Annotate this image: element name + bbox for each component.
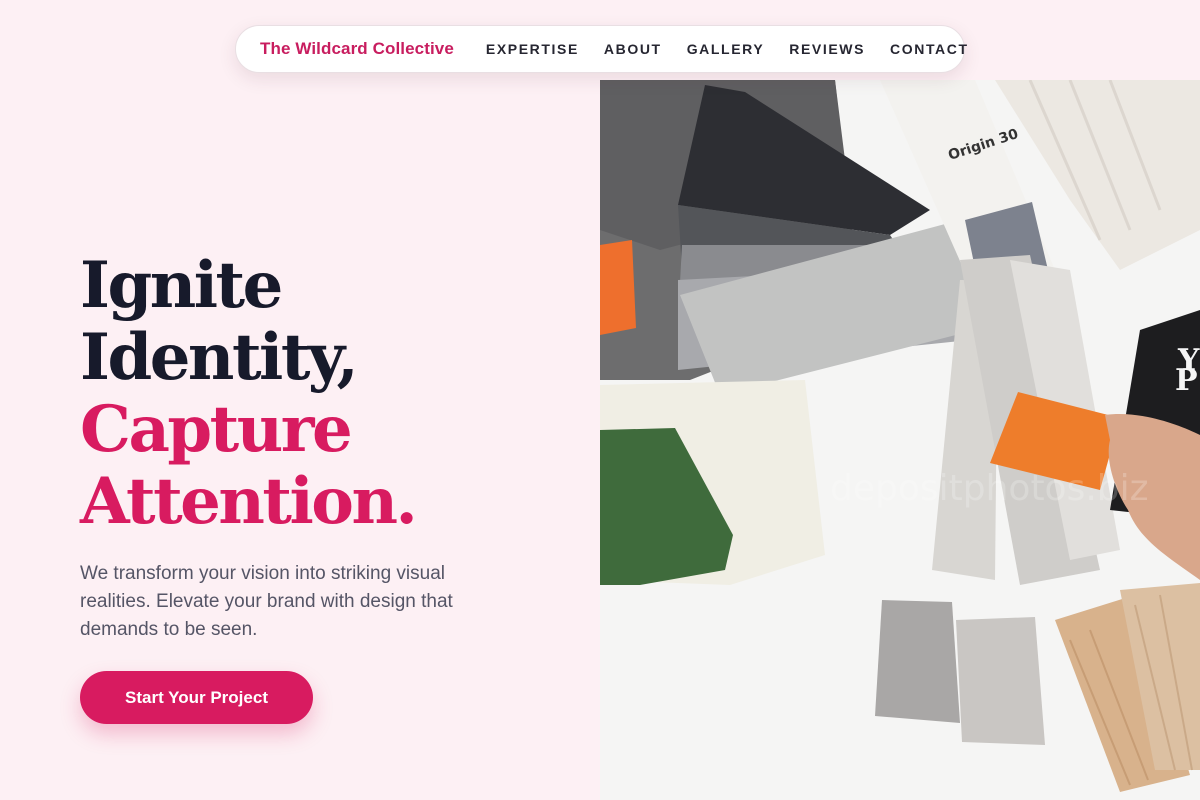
headline-line-2: Identity, — [80, 320, 359, 395]
nav-link-expertise[interactable]: EXPERTISE — [486, 41, 579, 57]
headline-line-3: Capture — [80, 392, 353, 467]
nav-link-contact[interactable]: CONTACT — [890, 41, 969, 57]
headline-line-4: Attention. — [80, 464, 418, 539]
nav-link-gallery[interactable]: GALLERY — [687, 41, 765, 57]
hero-text: Ignite Identity, Capture Attention. We t… — [80, 250, 580, 644]
start-project-button[interactable]: Start Your Project — [80, 671, 313, 724]
brand-logo-link[interactable]: The Wildcard Collective — [260, 39, 454, 59]
nav-link-about[interactable]: ABOUT — [604, 41, 662, 57]
nav-links: EXPERTISE ABOUT GALLERY REVIEWS CONTACT — [486, 41, 969, 57]
image-watermark-text: depositphotos.biz — [830, 468, 1149, 509]
nav-link-reviews[interactable]: REVIEWS — [789, 41, 865, 57]
hero-subtext: We transform your vision into striking v… — [80, 563, 453, 640]
hero-headline: Ignite Identity, Capture Attention. — [80, 250, 580, 538]
hero-image-material-samples: Y P Origin 30 depositphotos.biz — [600, 80, 1200, 800]
svg-text:P: P — [1175, 363, 1198, 398]
landing-page: The Wildcard Collective EXPERTISE ABOUT … — [0, 0, 1200, 800]
top-nav: The Wildcard Collective EXPERTISE ABOUT … — [235, 25, 967, 73]
headline-line-1: Ignite — [80, 248, 283, 323]
